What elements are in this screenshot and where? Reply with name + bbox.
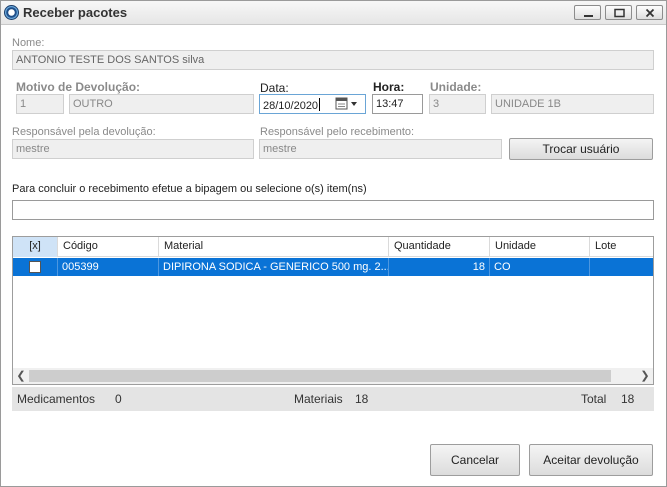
receber-pacotes-window: Receber pacotes Nome: ANTONIO TESTE DOS … (0, 0, 667, 487)
cell-lote (590, 258, 653, 276)
data-field[interactable]: 28/10/2020 (259, 94, 366, 114)
motivo-code-field[interactable]: 1 (16, 94, 64, 114)
maximize-icon (614, 8, 625, 18)
table-row[interactable]: 005399 DIPIRONA SODICA - GENERICO 500 mg… (13, 258, 653, 276)
data-label: Data: (260, 81, 289, 95)
calendar-icon (335, 97, 357, 110)
cell-quantidade: 18 (389, 258, 490, 276)
responsavel-recebimento-label: Responsável pelo recebimento: (260, 126, 415, 138)
responsavel-recebimento-field[interactable]: mestre (259, 139, 502, 159)
medicamentos-count: 0 (115, 392, 122, 406)
date-picker-button[interactable] (335, 97, 363, 113)
column-header-quantidade[interactable]: Quantidade (389, 237, 490, 257)
row-checkbox[interactable] (29, 261, 41, 273)
nome-field[interactable]: ANTONIO TESTE DOS SANTOS silva (12, 50, 654, 70)
column-header-select[interactable]: [x] (13, 237, 58, 257)
summary-bar: Medicamentos 0 Materiais 18 Total 18 (12, 387, 654, 411)
scrollbar-thumb[interactable] (29, 370, 611, 382)
data-value: 28/10/2020 (263, 100, 319, 112)
scroll-right-icon[interactable]: ❯ (637, 368, 653, 384)
items-grid[interactable]: [x] Código Material Quantidade Unidade L… (12, 236, 654, 385)
responsavel-devolucao-field[interactable]: mestre (12, 139, 254, 159)
close-icon (645, 8, 655, 18)
column-header-material[interactable]: Material (159, 237, 389, 257)
motivo-text-field[interactable]: OUTRO (69, 94, 254, 114)
scroll-left-icon[interactable]: ❮ (13, 368, 29, 384)
cell-material: DIPIRONA SODICA - GENERICO 500 mg. 2... (159, 258, 389, 276)
cancel-button[interactable]: Cancelar (430, 444, 520, 476)
scan-input[interactable] (12, 200, 654, 220)
hora-field[interactable]: 13:47 (372, 94, 423, 114)
cell-unidade: CO (490, 258, 590, 276)
motivo-label: Motivo de Devolução: (16, 80, 141, 94)
row-select-cell[interactable] (13, 258, 58, 276)
medicamentos-label: Medicamentos (17, 392, 96, 406)
close-button[interactable] (636, 5, 663, 20)
trocar-usuario-button[interactable]: Trocar usuário (509, 138, 653, 160)
unidade-code-field[interactable]: 3 (429, 94, 486, 114)
responsavel-devolucao-label: Responsável pela devolução: (12, 126, 156, 138)
cell-codigo: 005399 (58, 258, 159, 276)
column-header-codigo[interactable]: Código (58, 237, 159, 257)
hora-label: Hora: (373, 80, 405, 94)
total-label: Total (581, 392, 607, 406)
grid-header: [x] Código Material Quantidade Unidade L… (13, 237, 653, 257)
title-bar[interactable]: Receber pacotes (1, 1, 666, 25)
materiais-label: Materiais (294, 392, 343, 406)
maximize-button[interactable] (605, 5, 632, 20)
total-count: 18 (621, 392, 635, 406)
app-logo-icon (4, 5, 19, 20)
unidade-label: Unidade: (430, 80, 482, 94)
minimize-icon (584, 15, 593, 17)
column-header-unidade[interactable]: Unidade (490, 237, 590, 257)
accept-devolucao-button[interactable]: Aceitar devolução (529, 444, 653, 476)
horizontal-scrollbar[interactable]: ❮ ❯ (13, 368, 653, 384)
scan-instruction: Para concluir o recebimento efetue a bip… (12, 183, 367, 195)
column-header-lote[interactable]: Lote (590, 237, 653, 257)
window-title: Receber pacotes (23, 5, 128, 20)
nome-label: Nome: (12, 37, 45, 49)
materiais-count: 18 (355, 392, 369, 406)
text-caret (319, 98, 321, 111)
unidade-text-field[interactable]: UNIDADE 1B (491, 94, 654, 114)
minimize-button[interactable] (574, 5, 601, 20)
